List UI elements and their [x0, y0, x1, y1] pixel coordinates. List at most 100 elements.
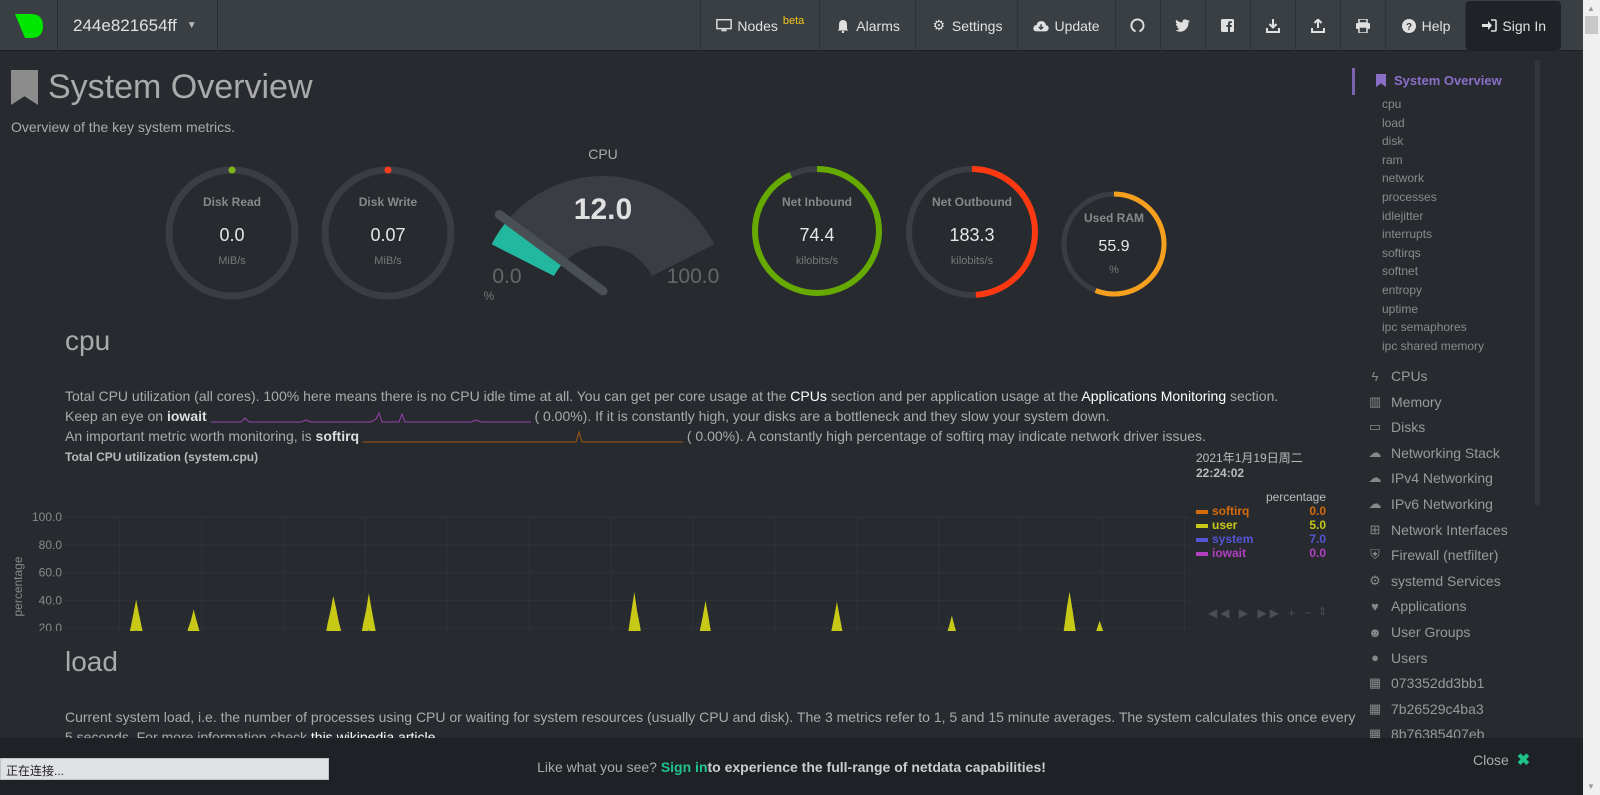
gauges: Disk Read 0.0 MiB/s Disk Write 0.07 MiB/…: [165, 146, 1167, 303]
sidebar: System Overview cpu load disk ram network pro…: [1352, 60, 1532, 745]
download-icon: [1265, 18, 1281, 34]
sidebar-sub-softirqs[interactable]: softirqs: [1382, 246, 1421, 260]
scroll-down-icon[interactable]: ▼: [1587, 782, 1595, 791]
legend-date: 2021年1月19日周二: [1196, 451, 1303, 465]
y-tick-label: 60.0: [39, 566, 63, 580]
softirq-value-text: ( 0.00%). A constantly high percentage o…: [686, 428, 1206, 444]
sidebar-item-cpus[interactable]: ϟ CPUs: [1367, 368, 1428, 384]
sidebar-sub-entropy[interactable]: entropy: [1382, 283, 1422, 297]
nav-update-label: Update: [1054, 17, 1100, 34]
shield-icon: ⛨: [1370, 547, 1380, 563]
applications-monitoring-link[interactable]: Applications Monitoring: [1081, 388, 1226, 404]
nav-nodes[interactable]: Nodes beta: [700, 0, 819, 51]
legend-units: percentage: [1265, 490, 1326, 504]
sidebar-sub-ipc-shared-memory[interactable]: ipc shared memory: [1382, 339, 1484, 353]
sidebar-sub-disk[interactable]: disk: [1382, 134, 1403, 148]
sidebar-sub-idlejitter[interactable]: idlejitter: [1382, 209, 1423, 223]
scroll-up-icon[interactable]: ▲: [1587, 4, 1595, 13]
scroll-thumb[interactable]: [1585, 16, 1598, 34]
netdata-logo[interactable]: [0, 0, 58, 51]
chart-toolbox[interactable]: ◀◀ ▶ ▶▶ + −: [1208, 606, 1315, 620]
nav-help[interactable]: ? Help: [1384, 0, 1466, 51]
sidebar-sub-uptime[interactable]: uptime: [1382, 302, 1418, 316]
page-scrollbar[interactable]: ▲ ▼: [1583, 0, 1600, 795]
gauge-used-ram[interactable]: Used RAM 55.9 %: [1061, 191, 1167, 297]
legend-row-iowait[interactable]: iowait 0.0: [1196, 546, 1326, 560]
legend-row-user[interactable]: user 5.0: [1196, 518, 1326, 532]
nav-alarms[interactable]: Alarms: [819, 0, 915, 51]
sidebar-item-firewall-netfilter-[interactable]: ⛨ Firewall (netfilter): [1367, 547, 1498, 563]
nav-sign-in[interactable]: Sign In: [1465, 1, 1561, 50]
gauge-used-ram-value: 55.9: [1098, 238, 1129, 255]
legend-swatch: [1196, 523, 1208, 528]
sidebar-sub-cpu[interactable]: cpu: [1382, 97, 1401, 111]
sidebar-item-system-overview[interactable]: System Overview: [1376, 73, 1502, 88]
github-icon: [1130, 18, 1146, 34]
netdata-dashboard: 244e821654ff ▼ Nodes beta Alarms ⚙ Setti…: [0, 0, 1600, 795]
sidebar-item-label: Users: [1391, 649, 1428, 666]
load-description-1: Current system load, i.e. the number of …: [65, 709, 1356, 725]
sidebar-item-073352dd3bb1[interactable]: ▦ 073352dd3bb1: [1367, 675, 1485, 691]
y-axis-label: percentage: [11, 556, 25, 616]
gauge-net-outbound[interactable]: Net Outbound 183.3 kilobits/s: [906, 166, 1038, 298]
sidebar-sub-network[interactable]: network: [1382, 171, 1424, 185]
sidebar-item-network-interfaces[interactable]: ⊞ Network Interfaces: [1367, 522, 1508, 538]
sidebar-sub-ipc-semaphores[interactable]: ipc semaphores: [1382, 320, 1467, 334]
gauge-cpu-value: 12.0: [574, 193, 632, 226]
nav-settings[interactable]: ⚙ Settings: [914, 0, 1018, 51]
sidebar-item-label: Network Interfaces: [1391, 521, 1508, 538]
cpu-desc-text: section and per application usage at the: [826, 388, 1082, 404]
memory-icon: ▥: [1368, 393, 1382, 409]
sidebar-sub-processes[interactable]: processes: [1382, 190, 1437, 204]
legend-row-softirq[interactable]: softirq 0.0: [1196, 504, 1326, 518]
gauge-disk-write[interactable]: Disk Write 0.07 MiB/s: [321, 166, 455, 300]
nav-facebook[interactable]: [1204, 0, 1250, 51]
cloud-download-icon: [1033, 18, 1050, 34]
gauge-disk-read[interactable]: Disk Read 0.0 MiB/s: [165, 166, 299, 300]
legend-row-system[interactable]: system 7.0: [1196, 532, 1326, 546]
nav-menu: Nodes beta Alarms ⚙ Settings Update ? He…: [700, 0, 1583, 51]
sidebar-item-systemd-services[interactable]: ⚙ systemd Services: [1367, 573, 1501, 589]
sidebar-item-disks[interactable]: ▭ Disks: [1367, 419, 1425, 435]
sidebar-scrollbar[interactable]: [1535, 60, 1540, 505]
gauge-disk-read-indicator: [228, 166, 236, 174]
iowait-value-text: ( 0.00%). If it is constantly high, your…: [534, 408, 1110, 424]
gauge-cpu[interactable]: CPU 12.0 0.0 100.0 %: [484, 146, 720, 303]
gauge-net-inbound[interactable]: Net Inbound 74.4 kilobits/s: [752, 166, 882, 296]
sidebar-item-ipv6-networking[interactable]: ☁ IPv6 Networking: [1367, 496, 1493, 512]
sidebar-item-ipv4-networking[interactable]: ☁ IPv4 Networking: [1367, 470, 1493, 486]
nav-update[interactable]: Update: [1017, 0, 1114, 51]
sidebar-item-label: IPv4 Networking: [1391, 470, 1493, 487]
chart-resize-handle[interactable]: ⇕: [1318, 605, 1327, 618]
sidebar-sub-load[interactable]: load: [1382, 116, 1405, 130]
sidebar-sub-ram[interactable]: ram: [1382, 153, 1403, 167]
gauge-net-outbound-value: 183.3: [949, 225, 994, 245]
nav-print[interactable]: [1339, 0, 1385, 51]
banner-sign-in-link[interactable]: Sign in: [661, 759, 708, 775]
sidebar-sub-softnet[interactable]: softnet: [1382, 264, 1418, 278]
cpu-description-2: Keep an eye on iowait ( 0.00%). If it is…: [65, 406, 1109, 426]
cpus-link[interactable]: CPUs: [790, 388, 827, 404]
cpu-chart[interactable]: 100.080.060.040.020.00.022:17:3022:18:00…: [0, 456, 1200, 631]
gauge-used-ram-title: Used RAM: [1084, 211, 1144, 225]
sidebar-item-user-groups[interactable]: ☻ User Groups: [1367, 624, 1470, 640]
banner-close-button[interactable]: Close ✖: [1473, 750, 1530, 770]
host-selector[interactable]: 244e821654ff ▼: [58, 0, 218, 51]
sidebar-item-label: Memory: [1391, 393, 1442, 410]
sidebar-item-label: CPUs: [1391, 368, 1428, 384]
sidebar-item-networking-stack[interactable]: ☁ Networking Stack: [1367, 445, 1500, 461]
gear-icon: ⚙: [932, 17, 946, 33]
sidebar-item-7b26529c4ba3[interactable]: ▦ 7b26529c4ba3: [1367, 701, 1484, 717]
nav-download[interactable]: [1249, 0, 1295, 51]
nav-github[interactable]: [1114, 0, 1160, 51]
sidebar-sub-interrupts[interactable]: interrupts: [1382, 227, 1432, 241]
sidebar-item-users[interactable]: ● Users: [1367, 650, 1428, 666]
legend-swatch: [1196, 537, 1208, 542]
sidebar-item-memory[interactable]: ▥ Memory: [1367, 394, 1442, 410]
sidebar-item-label: systemd Services: [1391, 572, 1501, 589]
gauge-net-inbound-value: 74.4: [799, 225, 834, 245]
legend-series-name: softirq: [1196, 504, 1249, 518]
nav-twitter[interactable]: [1159, 0, 1205, 51]
nav-upload[interactable]: [1294, 0, 1340, 51]
sidebar-item-applications[interactable]: ♥ Applications: [1367, 598, 1466, 614]
